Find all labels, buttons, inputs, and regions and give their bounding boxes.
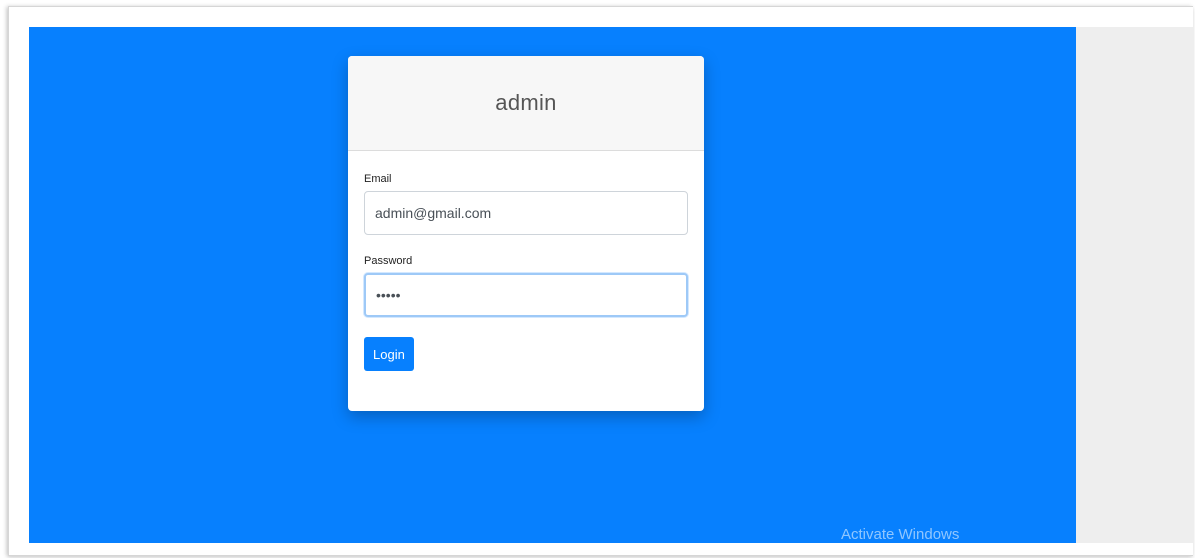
- password-label: Password: [364, 255, 413, 267]
- browser-frame: admin Email Password Login Activate Wind…: [8, 6, 1193, 556]
- login-button[interactable]: Login: [364, 337, 414, 371]
- login-form: Email Password Login: [348, 151, 704, 371]
- email-group: Email: [364, 173, 688, 235]
- email-field[interactable]: [364, 191, 688, 235]
- password-group: Password: [364, 255, 688, 317]
- login-card: admin Email Password Login: [348, 56, 704, 411]
- side-panel: [1076, 27, 1193, 543]
- password-field[interactable]: [364, 273, 688, 317]
- email-label: Email: [364, 173, 392, 185]
- card-title: admin: [495, 90, 557, 115]
- activate-windows-watermark: Activate Windows: [841, 526, 960, 543]
- card-header: admin: [348, 56, 704, 151]
